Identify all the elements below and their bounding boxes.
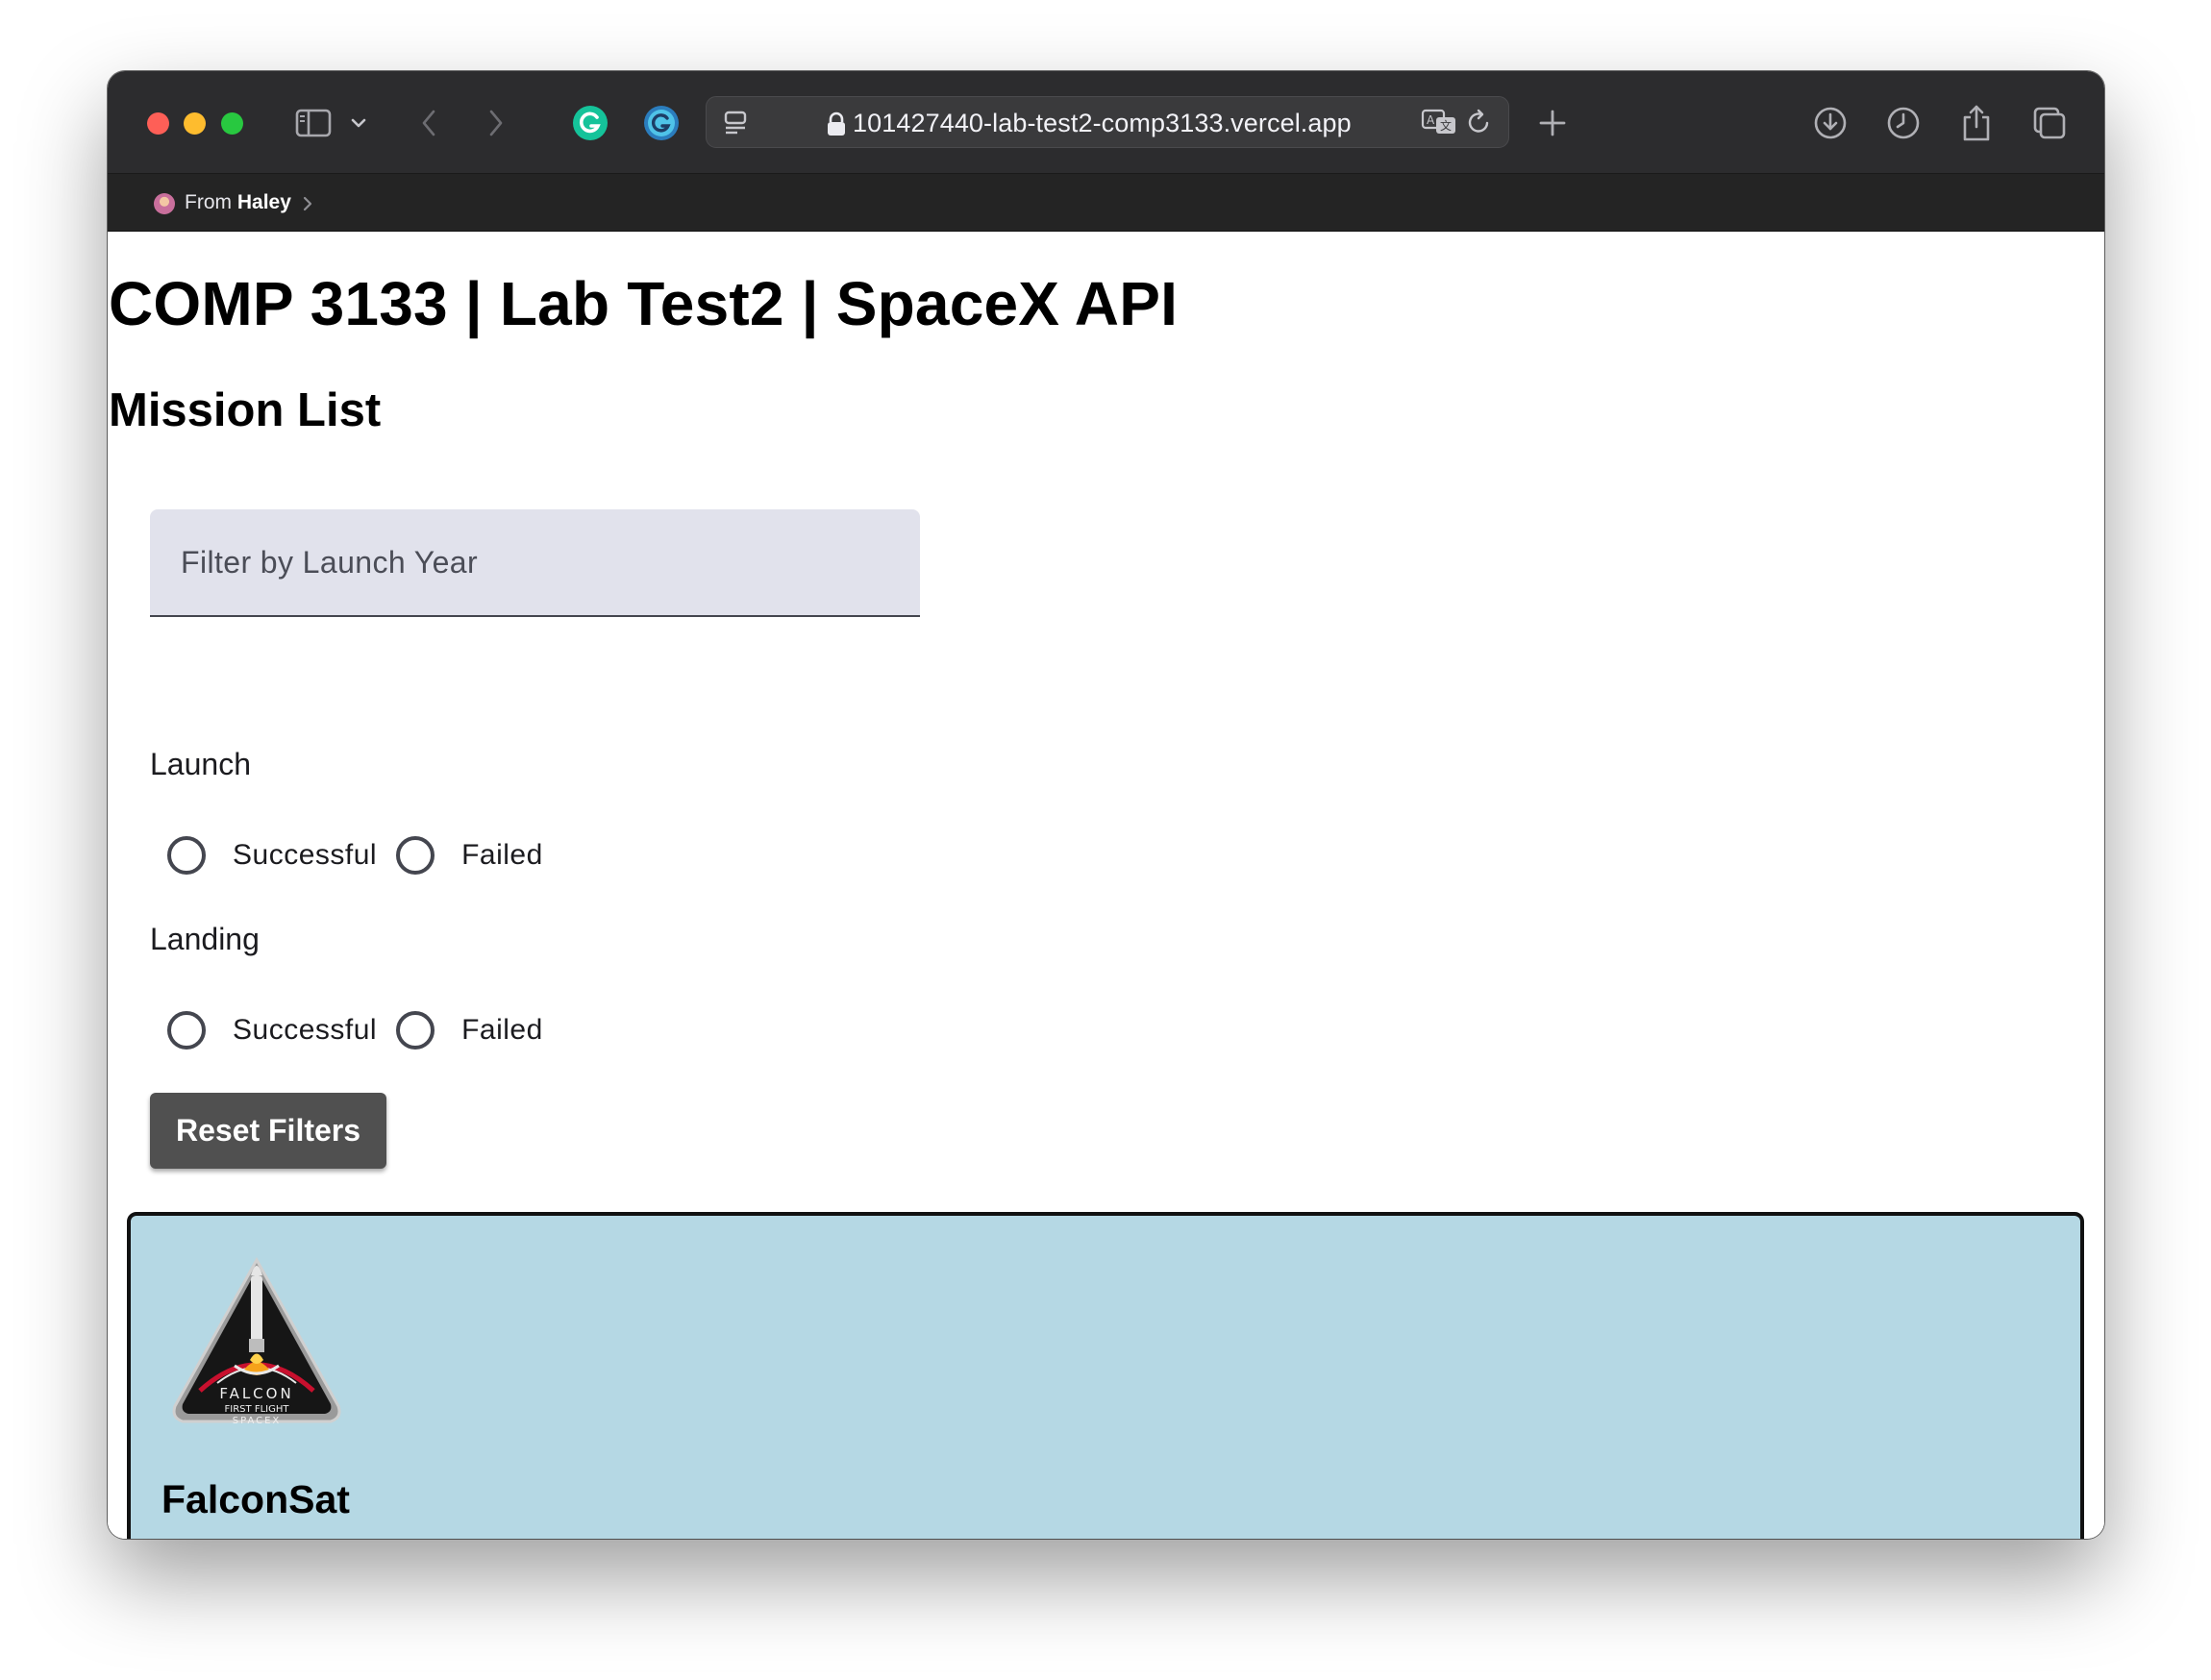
landing-failed-radio[interactable] xyxy=(396,1011,435,1050)
tabs-icon[interactable] xyxy=(2030,98,2069,148)
launch-year-input[interactable] xyxy=(150,509,920,615)
launch-failed-label[interactable]: Failed xyxy=(461,839,543,872)
mission-card[interactable]: FALCON FIRST FLIGHT SPACEX FalconSat 200… xyxy=(127,1212,2084,1539)
landing-filter-group: Successful Failed xyxy=(167,1007,562,1053)
translate-icon[interactable]: A文 xyxy=(1420,97,1458,147)
mission-patch-image: FALCON FIRST FLIGHT SPACEX xyxy=(172,1256,341,1426)
landing-successful-radio[interactable] xyxy=(167,1011,206,1050)
launch-successful-radio[interactable] xyxy=(167,836,206,875)
patch-title-text: FALCON xyxy=(219,1385,293,1402)
launch-filter-label: Launch xyxy=(150,747,251,781)
chevron-down-icon[interactable] xyxy=(348,98,369,148)
svg-text:文: 文 xyxy=(1440,118,1452,133)
shared-with-you-bar: From Haley xyxy=(108,174,2104,232)
shared-from-prefix: From xyxy=(185,191,232,213)
desktop-background: 101427440-lab-test2-comp3133.vercel.app … xyxy=(0,0,2211,1680)
shared-from-link[interactable]: From Haley xyxy=(185,174,291,232)
launch-successful-label[interactable]: Successful xyxy=(233,839,377,872)
landing-filter-label: Landing xyxy=(150,922,260,956)
lock-icon xyxy=(828,111,845,136)
sidebar-icon[interactable] xyxy=(294,98,333,148)
shared-from-name: Haley xyxy=(236,191,291,213)
close-window-button[interactable] xyxy=(147,112,169,135)
launch-failed-radio[interactable] xyxy=(396,836,435,875)
grammarly-icon[interactable] xyxy=(571,98,609,148)
reload-icon[interactable] xyxy=(1462,97,1497,147)
url-text[interactable]: 101427440-lab-test2-comp3133.vercel.app xyxy=(853,97,1352,149)
patch-subtitle-text: FIRST FLIGHT xyxy=(225,1404,290,1415)
launch-filter-group: Successful Failed xyxy=(167,832,562,878)
page-content: COMP 3133 | Lab Test2 | SpaceX API Missi… xyxy=(108,232,2104,1539)
svg-text:A: A xyxy=(1427,113,1435,127)
browser-window: 101427440-lab-test2-comp3133.vercel.app … xyxy=(108,71,2104,1539)
tab-overview-icon[interactable] xyxy=(718,97,753,147)
zoom-window-button[interactable] xyxy=(221,112,243,135)
download-icon[interactable] xyxy=(1811,98,1850,148)
address-bar[interactable]: 101427440-lab-test2-comp3133.vercel.app … xyxy=(706,96,1509,148)
browser-toolbar: 101427440-lab-test2-comp3133.vercel.app … xyxy=(108,71,2104,174)
back-arrow-icon[interactable] xyxy=(417,98,440,148)
mission-name: FalconSat xyxy=(161,1477,350,1521)
landing-failed-label[interactable]: Failed xyxy=(461,1014,543,1047)
grammarly-go-icon[interactable] xyxy=(642,98,681,148)
avatar xyxy=(154,193,175,214)
patch-brand-text: SPACEX xyxy=(233,1416,282,1426)
reset-filters-button[interactable]: Reset Filters xyxy=(150,1093,386,1169)
chevron-right-icon xyxy=(302,195,313,217)
forward-arrow-icon[interactable] xyxy=(484,98,508,148)
minimize-window-button[interactable] xyxy=(184,112,206,135)
landing-successful-label[interactable]: Successful xyxy=(233,1014,377,1047)
page-title: COMP 3133 | Lab Test2 | SpaceX API xyxy=(109,269,1179,338)
launch-year-filter[interactable] xyxy=(150,509,920,617)
section-title: Mission List xyxy=(109,384,382,436)
plus-icon[interactable] xyxy=(1536,98,1569,148)
clock-icon[interactable] xyxy=(1884,98,1923,148)
share-icon[interactable] xyxy=(1957,98,1996,148)
